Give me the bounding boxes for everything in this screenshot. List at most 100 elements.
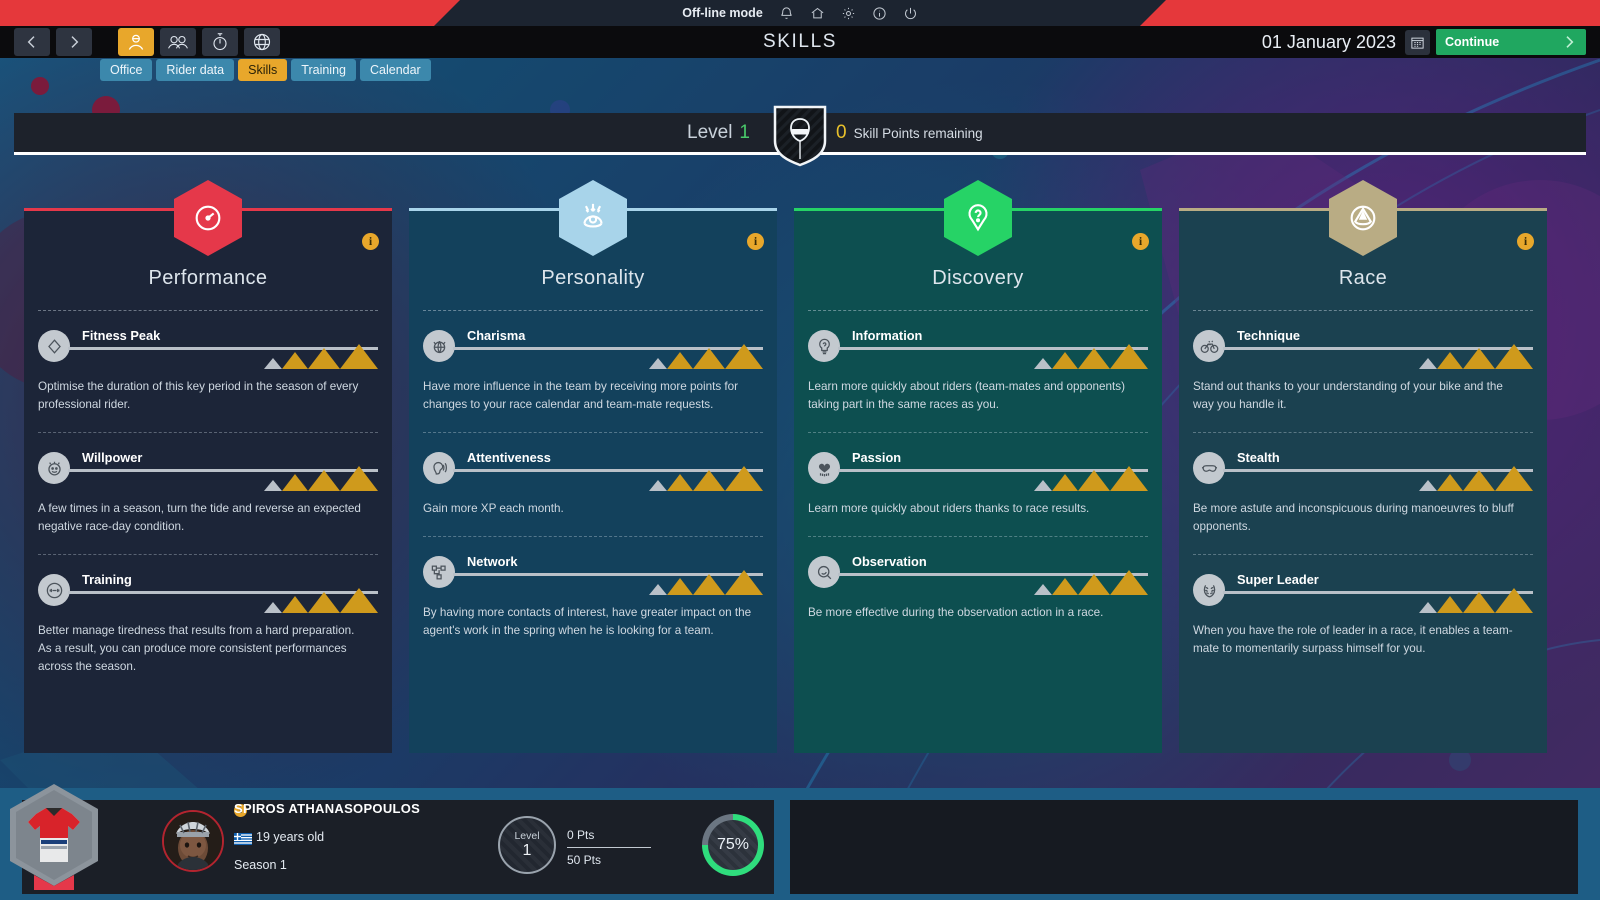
skill-name: Super Leader xyxy=(1237,572,1319,587)
ear-icon[interactable] xyxy=(423,452,455,484)
date-label: 01 January 2023 xyxy=(1261,31,1396,52)
pip-2[interactable] xyxy=(693,574,725,595)
pip-2[interactable] xyxy=(308,470,340,491)
info-icon[interactable] xyxy=(872,6,887,21)
pip-2[interactable] xyxy=(308,348,340,369)
pip-2[interactable] xyxy=(693,470,725,491)
skill-level-pips[interactable] xyxy=(1419,344,1533,369)
bell-icon[interactable] xyxy=(779,6,794,21)
skill-progress-bar[interactable] xyxy=(68,466,378,491)
pip-2[interactable] xyxy=(1463,592,1495,613)
pip-1[interactable] xyxy=(667,352,693,369)
pip-1[interactable] xyxy=(667,474,693,491)
pip-3[interactable] xyxy=(1495,466,1533,491)
pip-base xyxy=(649,480,667,491)
pip-3[interactable] xyxy=(340,466,378,491)
pip-3[interactable] xyxy=(725,344,763,369)
goggles-icon[interactable] xyxy=(1193,452,1225,484)
avatar[interactable] xyxy=(162,810,224,872)
skill-header: Training xyxy=(38,572,378,613)
skill-level-pips[interactable] xyxy=(1034,570,1148,595)
skill-column-personality: i Personality Charisma Have more influence … xyxy=(409,178,777,753)
calendar-icon[interactable] xyxy=(1405,29,1430,55)
pip-1[interactable] xyxy=(282,596,308,613)
pip-1[interactable] xyxy=(282,474,308,491)
skill-level-pips[interactable] xyxy=(264,466,378,491)
skill-progress-bar[interactable] xyxy=(453,466,763,491)
skill-header: Passion xyxy=(808,450,1148,491)
pip-3[interactable] xyxy=(1110,344,1148,369)
pip-3[interactable] xyxy=(725,466,763,491)
pip-3[interactable] xyxy=(725,570,763,595)
dumbbell-icon[interactable] xyxy=(38,574,70,606)
skill-row: Observation Be more effective during the … xyxy=(794,537,1162,622)
home-icon[interactable] xyxy=(810,6,825,21)
people-globe-icon[interactable] xyxy=(423,330,455,362)
skill-level-pips[interactable] xyxy=(649,344,763,369)
skill-level-pips[interactable] xyxy=(649,570,763,595)
level-display: Level 1 xyxy=(687,122,750,144)
skill-progress-bar[interactable] xyxy=(838,466,1148,491)
skill-progress-bar[interactable] xyxy=(68,344,378,369)
pip-3[interactable] xyxy=(1110,466,1148,491)
skill-progress-bar[interactable] xyxy=(838,570,1148,595)
gear-icon[interactable] xyxy=(841,6,856,21)
diamond-icon[interactable] xyxy=(38,330,70,362)
power-icon[interactable] xyxy=(903,6,918,21)
bicycle-icon[interactable] xyxy=(1193,330,1225,362)
pip-3[interactable] xyxy=(1495,588,1533,613)
pip-1[interactable] xyxy=(1052,578,1078,595)
tab-rider-data[interactable]: Rider data xyxy=(156,59,235,81)
skill-progress-bar[interactable] xyxy=(68,588,378,613)
skill-header: Information xyxy=(808,328,1148,369)
pip-3[interactable] xyxy=(1495,344,1533,369)
skill-progress-bar[interactable] xyxy=(453,344,763,369)
skill-level-pips[interactable] xyxy=(1034,344,1148,369)
skill-progress-bar[interactable] xyxy=(1223,466,1533,491)
smiley-icon[interactable] xyxy=(38,452,70,484)
tab-office[interactable]: Office xyxy=(100,59,153,81)
tab-training[interactable]: Training xyxy=(291,59,356,81)
tab-skills[interactable]: Skills xyxy=(238,59,288,81)
pip-1[interactable] xyxy=(282,352,308,369)
skill-level-pips[interactable] xyxy=(649,466,763,491)
pip-3[interactable] xyxy=(340,588,378,613)
tab-calendar[interactable]: Calendar xyxy=(359,59,431,81)
heart-icon[interactable] xyxy=(808,452,840,484)
pip-2[interactable] xyxy=(308,592,340,613)
skill-points-display: 0 Skill Points remaining xyxy=(836,122,983,144)
skill-progress-bar[interactable] xyxy=(1223,344,1533,369)
pip-1[interactable] xyxy=(1437,596,1463,613)
skill-level-pips[interactable] xyxy=(264,344,378,369)
pip-2[interactable] xyxy=(1463,470,1495,491)
offline-mode-label: Off-line mode xyxy=(682,6,763,20)
team-jersey-badge[interactable] xyxy=(6,782,102,890)
skill-card: i Race Technique Stand out thanks to your u… xyxy=(1179,208,1547,753)
pip-3[interactable] xyxy=(340,344,378,369)
pip-1[interactable] xyxy=(1052,352,1078,369)
skill-progress-bar[interactable] xyxy=(838,344,1148,369)
skill-level-pips[interactable] xyxy=(1419,588,1533,613)
skill-level-pips[interactable] xyxy=(264,588,378,613)
pip-1[interactable] xyxy=(1437,474,1463,491)
pip-3[interactable] xyxy=(1110,570,1148,595)
pip-2[interactable] xyxy=(1078,574,1110,595)
pip-2[interactable] xyxy=(1463,348,1495,369)
skill-progress-bar[interactable] xyxy=(453,570,763,595)
skill-description: Have more influence in the team by recei… xyxy=(423,380,739,411)
magnifier-icon[interactable] xyxy=(808,556,840,588)
pip-2[interactable] xyxy=(1078,348,1110,369)
pip-1[interactable] xyxy=(1437,352,1463,369)
skill-level-pips[interactable] xyxy=(1034,466,1148,491)
upcoming-races-panel: iCyanide Cup 1(8 d)iGP ao Algarve(6 w) xyxy=(790,800,1578,894)
pip-1[interactable] xyxy=(667,578,693,595)
laurel-icon[interactable] xyxy=(1193,574,1225,606)
skill-progress-bar[interactable] xyxy=(1223,588,1533,613)
network-icon[interactable] xyxy=(423,556,455,588)
pip-2[interactable] xyxy=(693,348,725,369)
continue-button[interactable]: Continue xyxy=(1436,29,1586,55)
skill-level-pips[interactable] xyxy=(1419,466,1533,491)
pip-2[interactable] xyxy=(1078,470,1110,491)
question-bulb-icon[interactable] xyxy=(808,330,840,362)
pip-1[interactable] xyxy=(1052,474,1078,491)
